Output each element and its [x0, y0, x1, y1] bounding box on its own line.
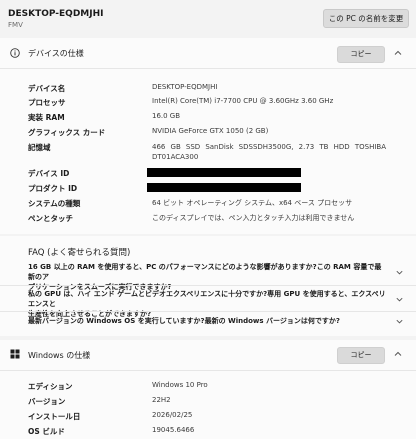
faq-question-ram[interactable]: 16 GB 以上の RAM を使用すると、PC のパフォーマンスにどのような影響…: [28, 262, 388, 292]
redacted-product-id: [147, 183, 301, 192]
label-processor: プロセッサ: [28, 98, 66, 107]
value-os-build: 19045.6466: [152, 426, 195, 434]
label-device-id: デバイス ID: [28, 169, 70, 178]
label-product-id: プロダクト ID: [28, 184, 78, 193]
device-name: DESKTOP-EQDMJHI: [8, 9, 104, 19]
label-os-build: OS ビルド: [28, 427, 65, 436]
divider: [0, 311, 416, 312]
windows-logo-icon: [10, 349, 20, 359]
chevron-up-icon[interactable]: [393, 48, 403, 58]
label-device-name: デバイス名: [28, 84, 66, 93]
redacted-device-id: [147, 168, 301, 177]
value-storage: 466 GB SSD SanDisk SDSSDH3500G, 2.73 TB …: [152, 143, 386, 151]
windows-spec-title: Windows の仕様: [28, 351, 91, 360]
value-pen-touch: このディスプレイでは、ペン入力とタッチ入力は利用できません: [152, 214, 355, 222]
divider: [0, 285, 416, 286]
label-edition: エディション: [28, 382, 73, 391]
divider: [0, 370, 416, 371]
faq-question-windows-version[interactable]: 最新バージョンの Windows OS を実行していますか?最新の Window…: [28, 316, 388, 326]
chevron-down-icon[interactable]: [395, 317, 404, 326]
value-device-name: DESKTOP-EQDMJHI: [152, 83, 218, 91]
value-edition: Windows 10 Pro: [152, 381, 208, 389]
value-storage-line2: DT01ACA300: [152, 153, 199, 161]
value-install-date: 2026/02/25: [152, 411, 193, 419]
windows-spec-card: Windows の仕様 コピー エディション Windows 10 Pro バー…: [0, 340, 416, 439]
faq-title: FAQ (よく寄せられる質問): [28, 248, 131, 258]
rename-pc-button[interactable]: この PC の名前を変更: [323, 9, 409, 28]
value-graphics: NVIDIA GeForce GTX 1050 (2 GB): [152, 127, 269, 135]
value-ram: 16.0 GB: [152, 112, 181, 120]
label-pen-touch: ペンとタッチ: [28, 214, 73, 223]
label-install-date: インストール日: [28, 412, 81, 421]
value-system-type: 64 ビット オペレーティング システム、x64 ベース プロセッサ: [152, 199, 353, 207]
divider: [0, 68, 416, 69]
device-spec-title: デバイスの仕様: [28, 49, 84, 58]
copy-windows-spec-button[interactable]: コピー: [337, 347, 385, 364]
value-processor: Intel(R) Core(TM) i7-7700 CPU @ 3.60GHz …: [152, 97, 334, 105]
chevron-down-icon[interactable]: [395, 268, 404, 277]
label-graphics: グラフィックス カード: [28, 128, 106, 137]
label-version: バージョン: [28, 397, 66, 406]
label-storage: 記憶域: [28, 143, 51, 152]
copy-device-spec-button[interactable]: コピー: [337, 46, 385, 63]
chevron-up-icon[interactable]: [393, 349, 403, 359]
windows-spec-header[interactable]: Windows の仕様 コピー: [0, 340, 416, 370]
value-version: 22H2: [152, 396, 171, 404]
device-spec-header[interactable]: デバイスの仕様 コピー: [0, 38, 416, 68]
device-spec-card: デバイスの仕様 コピー デバイス名 DESKTOP-EQDMJHI プロセッサ …: [0, 38, 416, 234]
device-header: DESKTOP-EQDMJHI FMV この PC の名前を変更: [0, 0, 416, 34]
label-system-type: システムの種類: [28, 199, 81, 208]
chevron-down-icon[interactable]: [395, 295, 404, 304]
faq-question-gpu[interactable]: 私の GPU は、ハイ エンド ゲームとビデオエクスペリエンスに十分ですか?専用…: [28, 289, 388, 319]
label-ram: 実装 RAM: [28, 113, 65, 122]
device-model: FMV: [8, 21, 23, 29]
info-icon: [10, 48, 20, 58]
